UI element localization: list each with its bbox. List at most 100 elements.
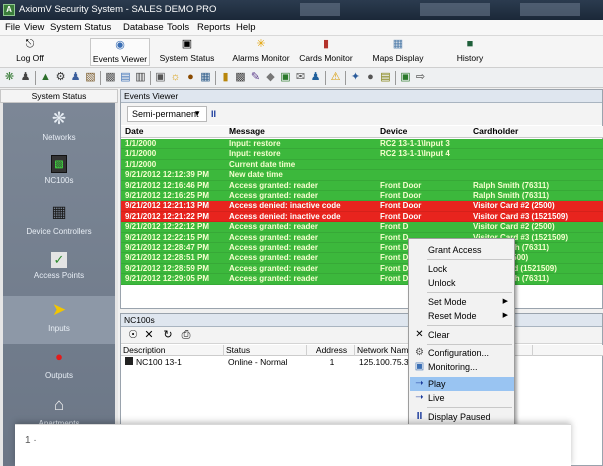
- icon-toolbar: ❋ ♟ ▲ ⚙ ♟ ▧ ▩ ▤ ▥ ▣ ☼ ● ▦ ▮ ▩ ✎ ◆ ▣ ✉ ♟ …: [0, 68, 603, 88]
- table-row[interactable]: 9/21/2012 12:28:59 PM Access granted: rea…: [121, 263, 603, 275]
- link-tool-icon[interactable]: ⇨: [414, 71, 427, 84]
- maps-display-button[interactable]: ▦ Maps Display: [370, 38, 426, 66]
- lock-tool-icon[interactable]: ●: [364, 71, 377, 84]
- nc100-description: NC100 13-1: [123, 357, 224, 368]
- menu-help[interactable]: Help: [236, 22, 256, 33]
- event-cardholder: Visitor Card #2 (2500): [473, 201, 555, 211]
- user-group-tool-icon[interactable]: ♟: [69, 71, 82, 84]
- cards-monitor-button[interactable]: ▮ Cards Monitor: [294, 38, 358, 66]
- column-header-device[interactable]: Device: [380, 126, 472, 137]
- person-tool-icon[interactable]: ♟: [19, 71, 32, 84]
- system-status-button[interactable]: ▣ System Status: [157, 38, 217, 66]
- system-status-sidebar: System Status ❋ Networks ▧ NC100s ▦ Devi…: [0, 89, 118, 466]
- map-tool-icon[interactable]: ▦: [199, 71, 212, 84]
- menu-item-monitoring[interactable]: ▣ Monitoring...: [410, 360, 514, 374]
- table-row[interactable]: 1/1/2000 Input: restore RC2 13-1-1\Input 3: [121, 139, 603, 150]
- table-row[interactable]: 9/21/2012 12:22:15 PM Access granted: rea…: [121, 232, 603, 243]
- menu-system-status[interactable]: System Status: [50, 22, 111, 33]
- column-header-description[interactable]: Description: [121, 345, 224, 356]
- camera-tool-icon[interactable]: ▣: [399, 71, 412, 84]
- sidebar-item-device-controllers[interactable]: ▦ Device Controllers: [3, 199, 115, 247]
- sun-tool-icon[interactable]: ☼: [169, 71, 182, 84]
- wand-tool-icon[interactable]: ✦: [349, 71, 362, 84]
- menu-database[interactable]: Database: [123, 22, 164, 33]
- context-menu: Grant Access Lock Unlock Set Mode ▶ Reset…: [408, 238, 515, 431]
- table-row[interactable]: 9/21/2012 12:22:12 PM Access granted: rea…: [121, 222, 603, 233]
- events-viewer-button[interactable]: ◉ Events Viewer: [90, 38, 150, 66]
- table-row[interactable]: 9/21/2012 12:16:25 PM Access granted: rea…: [121, 191, 603, 202]
- refresh-icon[interactable]: ↻: [161, 329, 175, 342]
- doors-tool-icon[interactable]: ▧: [84, 71, 97, 84]
- menu-item-configuration[interactable]: ⚙ Configuration...: [410, 346, 514, 360]
- menu-separator: [427, 407, 512, 408]
- access-points-icon: ✓: [51, 252, 67, 268]
- column-header-date[interactable]: Date: [125, 126, 225, 137]
- event-message: Access granted: reader: [229, 263, 318, 273]
- schedule-tool-icon[interactable]: ●: [184, 71, 197, 84]
- column-header-address[interactable]: Address: [307, 345, 355, 356]
- table-row[interactable]: 1/1/2000 Current date time: [121, 159, 603, 171]
- group-tool-icon[interactable]: ▣: [154, 71, 167, 84]
- report-tool-icon[interactable]: ▩: [234, 71, 247, 84]
- building-tool-icon[interactable]: ▩: [104, 71, 117, 84]
- display-tool-icon[interactable]: ▣: [279, 71, 292, 84]
- alert-tool-icon[interactable]: ⚠: [329, 71, 342, 84]
- table-row[interactable]: 9/21/2012 12:16:46 PM Access granted: rea…: [121, 180, 603, 191]
- table-row[interactable]: 1/1/2000 Input: restore RC2 13-1-1\Input 4: [121, 149, 603, 160]
- menu-view[interactable]: View: [24, 22, 44, 33]
- menu-item-set-mode[interactable]: Set Mode ▶: [410, 295, 514, 309]
- card-tool-icon[interactable]: ▮: [219, 71, 232, 84]
- table-row[interactable]: 9/21/2012 12:12:39 PM New date time: [121, 170, 603, 181]
- sidebar-item-access-points[interactable]: ✓ Access Points: [3, 249, 115, 297]
- print-icon[interactable]: ⎙: [179, 329, 193, 342]
- column-header-status[interactable]: Status: [224, 345, 307, 356]
- document-tool-icon[interactable]: ▤: [379, 71, 392, 84]
- log-off-button[interactable]: ⎋ Log Off: [12, 38, 48, 66]
- outputs-icon: ●: [55, 349, 63, 364]
- sidebar-item-nc100s[interactable]: ▧ NC100s: [3, 152, 115, 200]
- history-button[interactable]: ■ History: [452, 38, 488, 66]
- column-header-cardholder[interactable]: Cardholder: [473, 126, 603, 137]
- chart-tool-icon[interactable]: ▥: [134, 71, 147, 84]
- table-row[interactable]: 9/21/2012 12:28:51 PM Access granted: rea…: [121, 253, 603, 264]
- menu-file[interactable]: File: [5, 22, 20, 33]
- sidebar-item-outputs[interactable]: ● Outputs: [3, 343, 115, 391]
- menu-item-display-paused[interactable]: II Display Paused: [410, 410, 514, 424]
- edit-tool-icon[interactable]: ✎: [249, 71, 262, 84]
- alarms-monitor-button[interactable]: ✳ Alarms Monitor: [228, 38, 294, 66]
- column-header-message[interactable]: Message: [229, 126, 381, 137]
- tree-tool-icon[interactable]: ▲: [39, 71, 52, 84]
- table-row[interactable]: 9/21/2012 12:29:05 PM Access granted: rea…: [121, 274, 603, 285]
- binoculars-icon[interactable]: ☉: [126, 329, 140, 342]
- mail-tool-icon[interactable]: ✉: [294, 71, 307, 84]
- pause-button[interactable]: II: [211, 109, 216, 119]
- menu-item-play[interactable]: ➝ Play: [410, 377, 514, 391]
- people-tool-icon[interactable]: ♟: [309, 71, 322, 84]
- sidebar-item-inputs[interactable]: ➤ Inputs: [3, 296, 115, 344]
- table-row[interactable]: NC100 13-1 Online - Normal 1 125.100.75.…: [121, 357, 603, 369]
- table-row[interactable]: 9/21/2012 12:28:47 PM Access granted: rea…: [121, 243, 603, 254]
- event-cardholder: Ralph Smith (76311): [473, 191, 550, 200]
- settings-tool-icon[interactable]: ⚙: [54, 71, 67, 84]
- menu-item-unlock[interactable]: Unlock: [410, 276, 514, 290]
- events-viewer-label: Events Viewer: [92, 54, 148, 64]
- table-row[interactable]: 9/21/2012 12:21:13 PM Access denied: inac…: [121, 201, 603, 212]
- menu-reports[interactable]: Reports: [197, 22, 230, 33]
- menu-tools[interactable]: Tools: [167, 22, 189, 33]
- alarms-monitor-label: Alarms Monitor: [232, 53, 290, 63]
- event-filter-dropdown[interactable]: Semi-permanent ▼: [127, 106, 207, 122]
- menu-item-grant-access[interactable]: Grant Access: [410, 243, 514, 257]
- menu-item-lock[interactable]: Lock: [410, 262, 514, 276]
- computer-tool-icon[interactable]: ▤: [119, 71, 132, 84]
- overlay-window[interactable]: 1 ·: [15, 424, 571, 466]
- menu-item-reset-mode[interactable]: Reset Mode ▶: [410, 309, 514, 323]
- network-tool-icon[interactable]: ❋: [3, 71, 16, 84]
- key-tool-icon[interactable]: ◆: [264, 71, 277, 84]
- close-icon[interactable]: ✕: [142, 329, 156, 342]
- menu-item-live[interactable]: ➝ Live: [410, 391, 514, 405]
- menu-item-clear[interactable]: ✕ Clear: [410, 328, 514, 342]
- networks-icon: ❋: [51, 109, 67, 128]
- table-row[interactable]: 9/21/2012 12:21:22 PM Access denied: inac…: [121, 211, 603, 223]
- sidebar-item-networks[interactable]: ❋ Networks: [3, 105, 115, 153]
- clear-icon: ✕: [415, 329, 424, 340]
